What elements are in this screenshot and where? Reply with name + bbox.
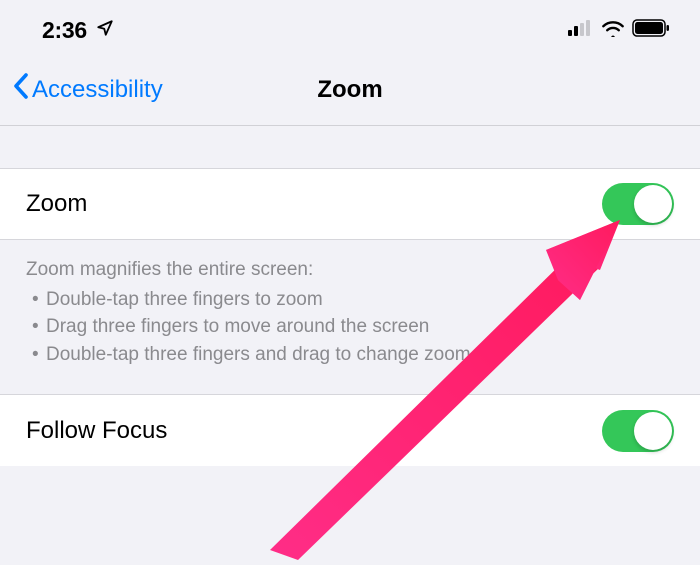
desc-bullet: Double-tap three fingers and drag to cha… — [28, 341, 674, 369]
page-title: Zoom — [317, 76, 382, 104]
desc-list: Double-tap three fingers to zoom Drag th… — [26, 286, 674, 369]
zoom-cell: Zoom — [0, 168, 700, 240]
section-gap — [0, 126, 700, 168]
zoom-label: Zoom — [26, 190, 87, 218]
desc-bullet: Drag three fingers to move around the sc… — [28, 313, 674, 341]
battery-icon — [632, 19, 670, 42]
status-left: 2:36 — [42, 17, 114, 44]
nav-bar: Accessibility Zoom — [0, 54, 700, 126]
cellular-icon — [568, 20, 594, 41]
desc-heading: Zoom magnifies the entire screen: — [26, 256, 674, 284]
desc-bullet: Double-tap three fingers to zoom — [28, 286, 674, 314]
toggle-knob — [634, 185, 672, 223]
toggle-knob — [634, 412, 672, 450]
status-right — [568, 19, 670, 42]
zoom-toggle[interactable] — [602, 183, 674, 225]
back-label: Accessibility — [32, 76, 163, 104]
status-bar: 2:36 — [0, 0, 700, 54]
location-icon — [96, 19, 114, 42]
follow-focus-cell: Follow Focus — [0, 394, 700, 466]
wifi-icon — [601, 19, 625, 42]
zoom-description: Zoom magnifies the entire screen: Double… — [0, 240, 700, 394]
back-button[interactable]: Accessibility — [12, 72, 163, 107]
chevron-left-icon — [12, 72, 30, 107]
status-time: 2:36 — [42, 17, 87, 44]
follow-focus-label: Follow Focus — [26, 417, 167, 445]
follow-focus-toggle[interactable] — [602, 410, 674, 452]
